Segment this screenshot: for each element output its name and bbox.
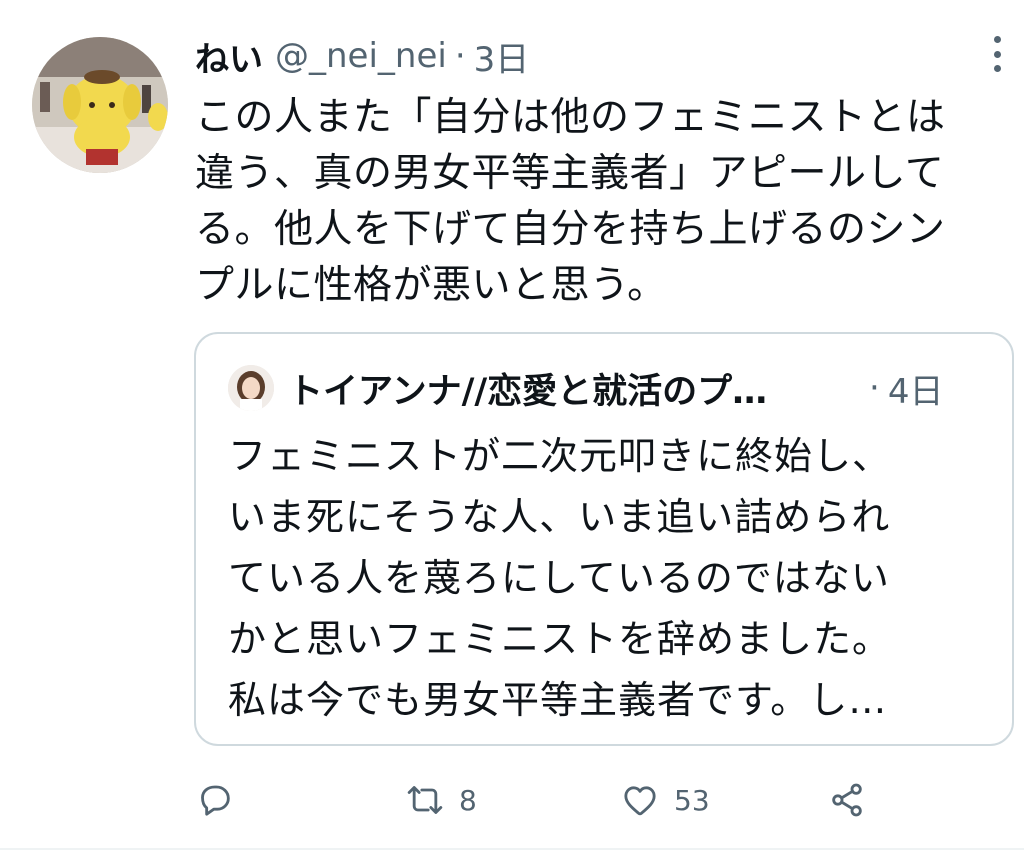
retweet-button[interactable]: 8 xyxy=(405,775,477,825)
tweet-text-line: 違う、真の男女平等主義者」アピールして xyxy=(195,151,945,196)
quoted-text-line: フェミニストが二次元叩きに終始し、 xyxy=(228,434,892,478)
user-photo-avatar-icon xyxy=(228,365,274,411)
quoted-text-line: ている人を蔑ろにしているのではない xyxy=(228,556,890,600)
retweet-count: 8 xyxy=(459,783,477,817)
like-count: 53 xyxy=(674,783,710,817)
share-button[interactable] xyxy=(827,775,867,825)
quoted-tweet[interactable]: トイアンナ//恋愛と就活のプ… · 4日 フェミニストが二次元叩きに終始し、 い… xyxy=(194,332,1014,746)
share-icon xyxy=(832,783,862,817)
tweet[interactable]: ねい @_nei_nei · 3日 この人また「自分は他のフェミニストとは 違う… xyxy=(0,0,1024,854)
quoted-timestamp: 4日 xyxy=(887,371,944,412)
reply-icon xyxy=(201,785,230,816)
tweet-text-line: この人また「自分は他のフェミニストとは xyxy=(195,95,946,140)
handle[interactable]: @_nei_nei xyxy=(275,36,447,76)
tweet-text: この人また「自分は他のフェミニストとは 違う、真の男女平等主義者」アピールして … xyxy=(195,90,1010,314)
retweet-icon xyxy=(407,786,443,814)
quoted-text-line: かと思いフェミニストを辞めました。 xyxy=(228,617,892,661)
separator-dot: · xyxy=(454,36,466,76)
pompompurin-avatar-icon[interactable] xyxy=(32,37,168,173)
quoted-tweet-text: フェミニストが二次元叩きに終始し、 いま死にそうな人、いま追い詰められ ている人… xyxy=(228,426,988,731)
display-name[interactable]: ねい xyxy=(195,32,263,81)
like-button[interactable]: 53 xyxy=(620,775,710,825)
quoted-tweet-header: トイアンナ//恋愛と就活のプ… · 4日 xyxy=(228,360,943,416)
quoted-display-name: トイアンナ//恋愛と就活のプ… xyxy=(288,371,768,412)
tweet-text-line: プルに性格が悪いと思う。 xyxy=(195,263,667,308)
tweet-text-line: る。他人を下げて自分を持ち上げるのシン xyxy=(195,207,946,252)
timestamp[interactable]: 3日 xyxy=(474,32,530,81)
divider xyxy=(0,848,1024,850)
reply-button[interactable] xyxy=(195,775,235,825)
heart-icon xyxy=(624,786,656,816)
tweet-header: ねい @_nei_nei · 3日 xyxy=(195,30,529,82)
quoted-text-line: いま死にそうな人、いま追い詰められ xyxy=(228,495,891,539)
action-bar: 8 53 xyxy=(195,775,1015,825)
more-options-icon[interactable] xyxy=(990,36,1004,72)
separator-dot: · xyxy=(869,368,880,408)
quoted-text-line: 私は今でも男女平等主義者です。し… xyxy=(228,678,888,722)
